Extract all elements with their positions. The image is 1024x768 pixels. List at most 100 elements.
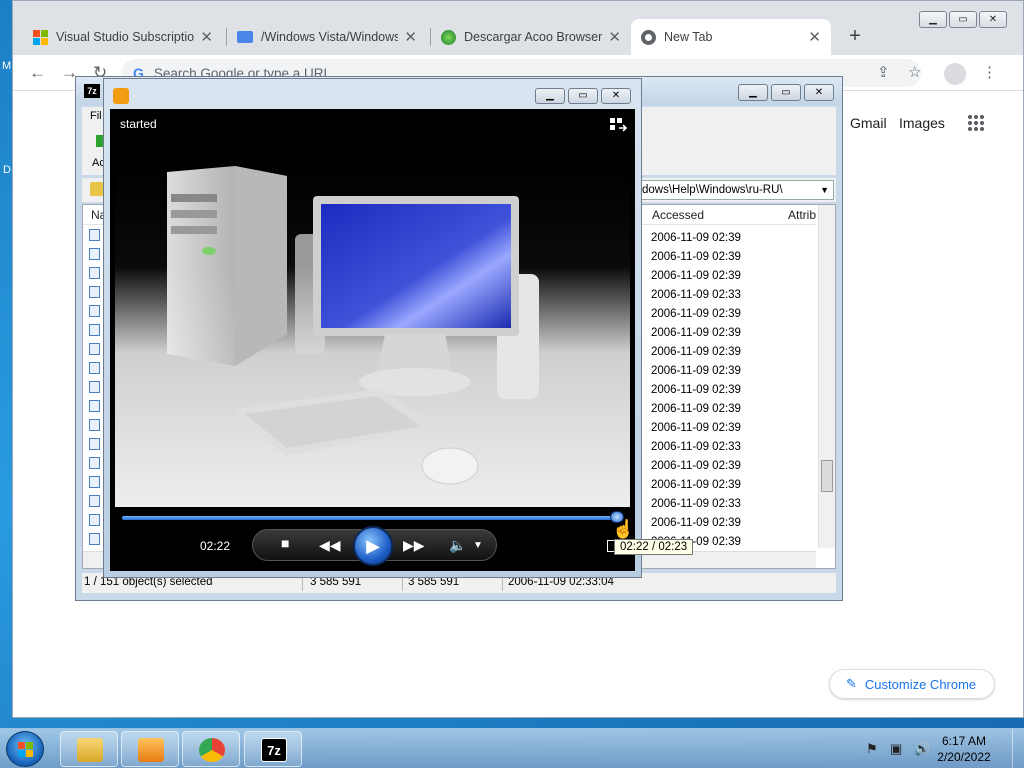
file-icon: [89, 248, 100, 260]
minimize-button[interactable]: ▁: [535, 88, 565, 104]
table-row[interactable]: 2006-11-09 02:39: [651, 514, 821, 533]
menu-file[interactable]: Fil: [90, 110, 102, 122]
maximize-button[interactable]: ▭: [949, 11, 977, 28]
images-link[interactable]: Images: [899, 115, 945, 131]
table-row[interactable]: 2006-11-09 02:39: [651, 343, 821, 362]
taskbar-explorer[interactable]: [60, 731, 118, 767]
close-window-button[interactable]: ✕: [804, 84, 834, 101]
table-row[interactable]: 2006-11-09 02:33: [651, 438, 821, 457]
table-row[interactable]: 2006-11-09 02:39: [651, 362, 821, 381]
close-icon[interactable]: ✕: [404, 28, 417, 46]
fast-forward-icon[interactable]: ▶▶: [403, 537, 425, 554]
table-row[interactable]: 2006-11-09 02:39: [651, 381, 821, 400]
video-area[interactable]: [115, 164, 630, 507]
network-icon[interactable]: ▣: [890, 741, 902, 757]
tab-visual-studio[interactable]: Visual Studio Subscriptio ✕: [23, 19, 223, 55]
seek-bar[interactable]: [122, 511, 624, 523]
close-icon[interactable]: ✕: [808, 28, 821, 46]
folder-icon: [237, 31, 253, 43]
path-input[interactable]: dows\Help\Windows\ru-RU\ ▼: [637, 180, 834, 200]
column-header-accessed[interactable]: Accessed: [652, 208, 704, 222]
play-button[interactable]: ▶: [353, 526, 393, 566]
gmail-link[interactable]: Gmail: [850, 115, 887, 131]
pencil-icon: ✎: [846, 676, 857, 691]
clock-date: 2/20/2022: [937, 750, 991, 764]
action-center-flag-icon[interactable]: ⚑: [866, 741, 878, 757]
media-player-window: ▁ ▭ ✕ started 02:22 ■ ◀◀ ▶ ▶▶ 🔈 ▼: [103, 78, 642, 578]
system-clock[interactable]: 6:17 AM 2/20/2022: [926, 733, 1002, 765]
volume-icon[interactable]: 🔈: [449, 537, 466, 554]
window-controls: ▁ ▭ ✕: [532, 88, 631, 104]
chrome-icon: [199, 738, 225, 762]
taskbar: 7z ⚑ ▣ 🔊 6:17 AM 2/20/2022: [0, 728, 1024, 768]
clock-time: 6:17 AM: [941, 734, 987, 748]
folder-up-icon[interactable]: [90, 182, 104, 196]
column-header-attributes[interactable]: Attrib: [788, 208, 816, 222]
file-icon: [89, 514, 100, 526]
close-window-button[interactable]: ✕: [979, 11, 1007, 28]
close-icon[interactable]: ✕: [608, 28, 621, 46]
tab-title: Descargar Acoo Browser g: [464, 30, 603, 44]
file-icon: [89, 476, 100, 488]
file-icon: [89, 229, 100, 241]
table-row[interactable]: 2006-11-09 02:39: [651, 229, 821, 248]
chrome-menu-icon[interactable]: ⋮: [982, 63, 997, 81]
tab-acoo-browser[interactable]: Descargar Acoo Browser g ✕: [431, 19, 631, 55]
scroll-thumb[interactable]: [821, 460, 833, 492]
stop-icon[interactable]: ■: [281, 535, 289, 551]
table-row[interactable]: 2006-11-09 02:39: [651, 248, 821, 267]
table-row[interactable]: 2006-11-09 02:33: [651, 286, 821, 305]
tab-windows-vista[interactable]: /Windows Vista/Windows ✕: [227, 19, 427, 55]
file-icon: [89, 457, 100, 469]
show-desktop-button[interactable]: [1012, 729, 1024, 768]
table-row[interactable]: 2006-11-09 02:39: [651, 457, 821, 476]
back-arrow-icon[interactable]: ←: [29, 63, 46, 83]
tab-new-tab[interactable]: New Tab ✕: [631, 19, 831, 55]
table-row[interactable]: 2006-11-09 02:39: [651, 324, 821, 343]
minimize-button[interactable]: ▁: [919, 11, 947, 28]
table-row[interactable]: 2006-11-09 02:33: [651, 495, 821, 514]
customize-chrome-label: Customize Chrome: [864, 676, 977, 692]
tab-title: Visual Studio Subscriptio: [56, 30, 195, 44]
table-row[interactable]: 2006-11-09 02:39: [651, 400, 821, 419]
maximize-button[interactable]: ▭: [568, 88, 598, 104]
window-controls: ▁ ▭ ✕: [735, 84, 834, 101]
taskbar-media-player[interactable]: [121, 731, 179, 767]
elapsed-time: 02:22: [200, 539, 231, 553]
close-icon[interactable]: ✕: [200, 28, 213, 46]
taskbar-7zip[interactable]: 7z: [244, 731, 302, 767]
file-icon: [89, 438, 100, 450]
tab-title: New Tab: [664, 30, 713, 44]
table-row[interactable]: 2006-11-09 02:39: [651, 419, 821, 438]
file-icon: [89, 419, 100, 431]
minimize-button[interactable]: ▁: [738, 84, 768, 101]
share-icon[interactable]: ⇪: [877, 63, 890, 81]
file-icon: [89, 286, 100, 298]
bookmark-star-icon[interactable]: ☆: [908, 63, 921, 81]
new-tab-button[interactable]: +: [843, 25, 867, 48]
tab-strip: Visual Studio Subscriptio ✕ /Windows Vis…: [13, 1, 1023, 55]
file-icon: [89, 324, 100, 336]
switch-to-library-icon[interactable]: [609, 117, 627, 133]
profile-avatar-icon[interactable]: [944, 63, 966, 85]
maximize-button[interactable]: ▭: [771, 84, 801, 101]
table-row[interactable]: 2006-11-09 02:39: [651, 305, 821, 324]
taskbar-chrome[interactable]: [182, 731, 240, 767]
table-row[interactable]: 2006-11-09 02:39: [651, 476, 821, 495]
file-icon: [89, 495, 100, 507]
video-frame-computer: [167, 166, 539, 485]
vertical-scrollbar[interactable]: [818, 205, 835, 548]
seek-bar-fill: [122, 516, 619, 520]
sevenzip-icon: 7z: [261, 738, 287, 762]
file-icon: [89, 362, 100, 374]
customize-chrome-button[interactable]: ✎ Customize Chrome: [829, 669, 995, 699]
start-button[interactable]: [6, 731, 44, 767]
table-row[interactable]: 2006-11-09 02:39: [651, 267, 821, 286]
desktop-icon-label: M: [2, 60, 12, 72]
close-window-button[interactable]: ✕: [601, 88, 631, 104]
volume-dropdown-icon[interactable]: ▼: [473, 540, 483, 551]
google-apps-icon[interactable]: [967, 114, 985, 132]
dropdown-arrow-icon[interactable]: ▼: [820, 181, 829, 199]
rewind-icon[interactable]: ◀◀: [319, 537, 341, 554]
hand-cursor-icon: ☝: [612, 519, 635, 539]
